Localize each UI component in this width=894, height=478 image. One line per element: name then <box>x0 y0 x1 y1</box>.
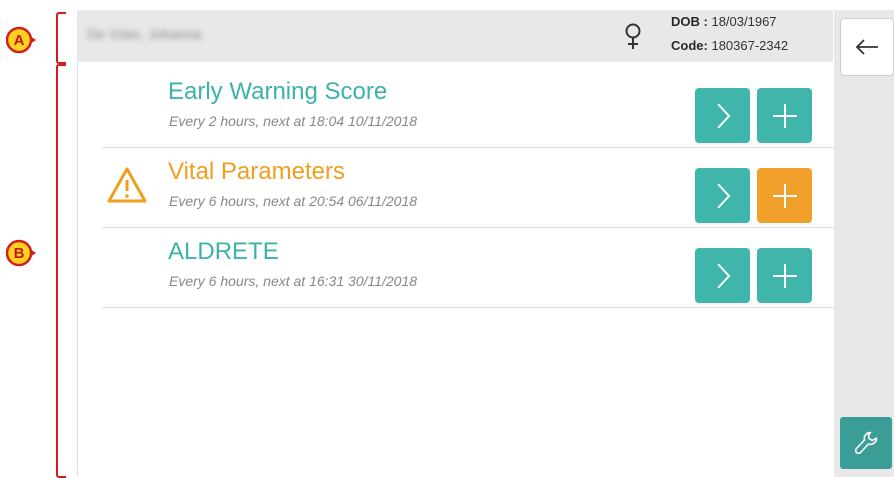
callout-bracket-a <box>56 12 66 64</box>
code-label: Code: <box>671 38 708 53</box>
callout-marker-a-text: A <box>14 32 25 49</box>
list-item-title[interactable]: ALDRETE <box>168 238 279 266</box>
female-icon <box>625 23 641 49</box>
plus-icon <box>772 183 797 208</box>
list-item-aldrete: ALDRETE Every 6 hours, next at 16:31 30/… <box>102 228 834 308</box>
list-item-vital-parameters: Vital Parameters Every 6 hours, next at … <box>102 148 834 228</box>
right-sidebar <box>834 10 894 477</box>
open-button[interactable] <box>695 168 750 223</box>
list-item-schedule: Every 2 hours, next at 18:04 10/11/2018 <box>169 113 418 129</box>
scales-list: Early Warning Score Every 2 hours, next … <box>77 62 834 476</box>
list-item-early-warning-score: Early Warning Score Every 2 hours, next … <box>102 68 834 148</box>
callout-marker-a: A <box>6 26 36 54</box>
arrow-left-icon <box>855 39 878 55</box>
list-item-schedule: Every 6 hours, next at 20:54 06/11/2018 <box>169 193 418 209</box>
warning-icon <box>107 167 147 203</box>
list-item-schedule: Every 6 hours, next at 16:31 30/11/2018 <box>169 273 418 289</box>
callout-bracket-b <box>56 64 66 478</box>
chevron-right-icon <box>716 182 730 209</box>
add-button[interactable] <box>757 88 812 143</box>
list-item-title[interactable]: Vital Parameters <box>168 158 345 186</box>
back-button[interactable] <box>840 18 894 76</box>
chevron-right-icon <box>716 262 730 289</box>
callout-marker-b-text: B <box>14 245 25 262</box>
patient-name: De Vries, Johanna <box>87 26 202 42</box>
open-button[interactable] <box>695 88 750 143</box>
wrench-icon <box>854 431 878 455</box>
plus-icon <box>772 103 797 128</box>
patient-header: De Vries, Johanna DOB : 18/03/1967 Code:… <box>77 10 833 62</box>
callout-marker-b: B <box>6 239 36 267</box>
chevron-right-icon <box>716 102 730 129</box>
dob-value: 18/03/1967 <box>711 14 777 29</box>
code-value: 180367-2342 <box>711 38 789 53</box>
list-item-title[interactable]: Early Warning Score <box>168 78 387 106</box>
add-button[interactable] <box>757 248 812 303</box>
tools-button[interactable] <box>840 417 892 469</box>
add-button[interactable] <box>757 168 812 223</box>
open-button[interactable] <box>695 248 750 303</box>
dob-label: DOB : <box>671 14 708 29</box>
dob-row: DOB : 18/03/1967 <box>671 14 777 29</box>
code-row: Code: 180367-2342 <box>671 38 788 53</box>
plus-icon <box>772 263 797 288</box>
